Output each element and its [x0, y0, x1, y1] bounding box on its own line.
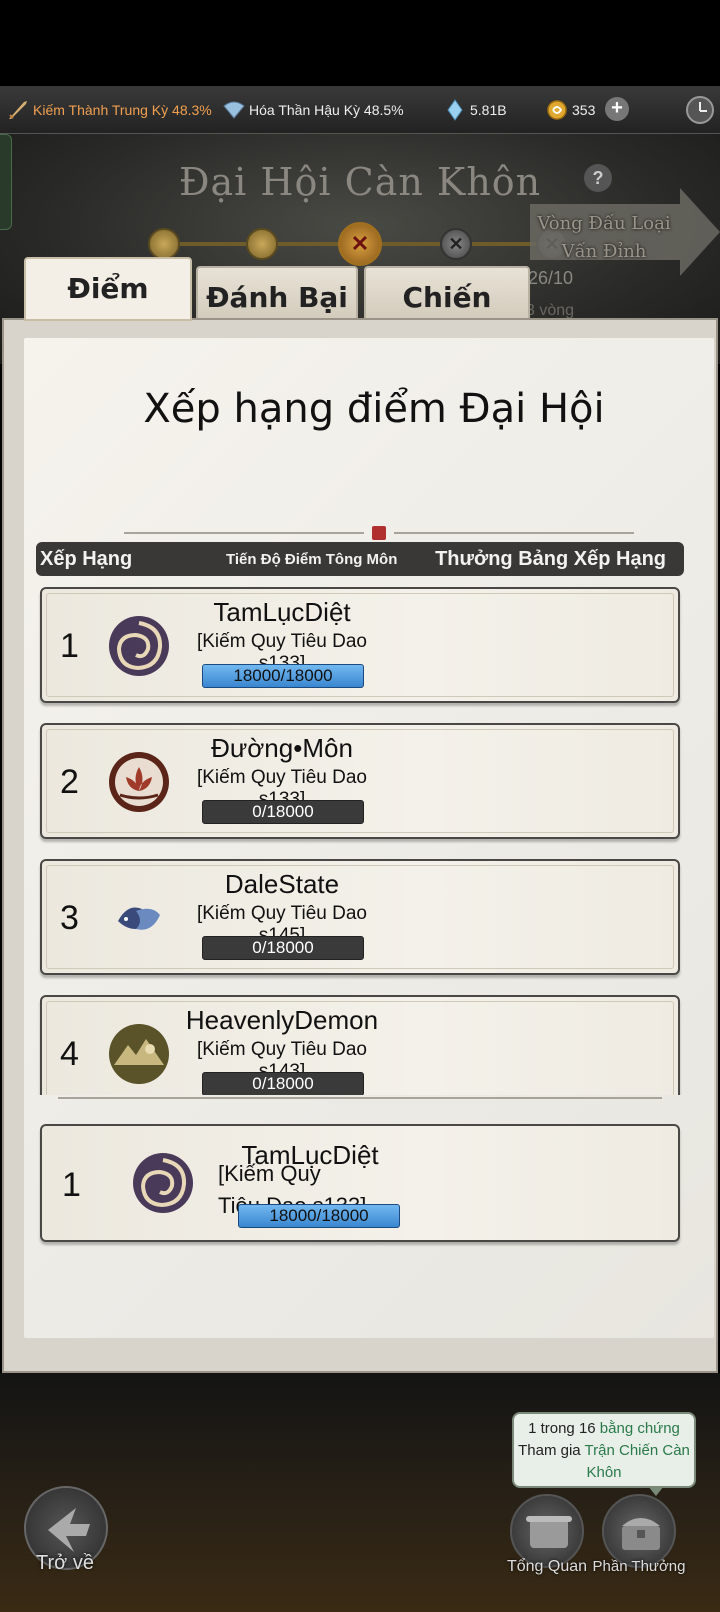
back-label: Trở về: [36, 1552, 94, 1574]
ranking-row[interactable]: 4 HeavenlyDemon [Kiếm Quy Tiêu Dao s143]…: [40, 995, 680, 1095]
player-name: Đường•Môn: [211, 733, 353, 763]
locked-icon: ✕: [448, 234, 464, 254]
ranking-row[interactable]: 3 DaleState [Kiếm Quy Tiêu Dao s145] 0/1…: [40, 859, 680, 975]
panel-title: Xếp hạng điểm Đại Hội: [143, 386, 605, 432]
rank-number: 2: [60, 763, 79, 801]
guild-name-line: [Kiếm Quy: [218, 1161, 321, 1186]
progress-bar: 0/18000: [202, 936, 364, 960]
tooltip: 1 trong 16 bằng chứng Tham gia Trận Chiế…: [512, 1412, 696, 1496]
stage-node[interactable]: [246, 228, 278, 260]
tooltip-highlight: bằng chứng: [599, 1420, 680, 1437]
tooltip-text: Tham gia: [518, 1442, 585, 1459]
lotus-emblem-icon: [109, 752, 169, 812]
rank-number: 1: [60, 627, 79, 665]
tooltip-text: 1 trong 16: [528, 1420, 600, 1437]
coin-icon: [547, 99, 567, 120]
progress-bar: 18000/18000: [202, 664, 364, 688]
tooltip-line: 1 trong 16 bằng chứng: [514, 1418, 694, 1440]
round-date: 26/10: [528, 268, 574, 288]
add-coin-button[interactable]: +: [605, 97, 629, 121]
ranking-row[interactable]: 1 TamLụcDiệt [Kiếm Quy Tiêu Dao s133] 18…: [40, 587, 680, 703]
stage-node[interactable]: [148, 228, 180, 260]
crystal-icon: [447, 98, 463, 121]
current-stage-node[interactable]: ✕: [338, 222, 382, 266]
tab-diem[interactable]: Điểm: [24, 257, 192, 321]
seal-icon: [372, 526, 386, 540]
rank-number: 3: [60, 899, 79, 937]
divider: [124, 532, 364, 534]
player-name: DaleState: [224, 869, 340, 899]
divider: [394, 532, 634, 534]
crystal-currency[interactable]: 5.81B: [443, 98, 507, 122]
column-reward: Thưởng Bảng Xếp Hạng: [435, 548, 666, 570]
ranking-row[interactable]: 2 Đường•Môn [Kiếm Quy Tiêu Dao s133] 0/1…: [40, 723, 680, 839]
player-name: HeavenlyDemon: [185, 1005, 379, 1035]
realm-stat-secondary-label: Hóa Thần Hậu Kỳ 48.5%: [249, 101, 404, 118]
swirl-emblem-icon: [133, 1153, 193, 1213]
tooltip-highlight: Trận Chiến Càn Khôn: [584, 1442, 690, 1481]
clock-icon[interactable]: [686, 96, 714, 124]
mountain-emblem-icon: [109, 1024, 169, 1084]
column-progress: Tiến Độ Điểm Tông Môn: [226, 551, 398, 568]
rank-number: 1: [62, 1166, 81, 1204]
player-name: TamLụcDiệt: [213, 597, 351, 627]
ranking-column-header: Xếp Hạng Tiến Độ Điểm Tông Môn Thưởng Bả…: [36, 542, 684, 576]
progress-bar: 18000/18000: [238, 1204, 400, 1228]
my-ranking-row[interactable]: 1 TamLụcDiệt [Kiếm Quy Tiêu Dao s133] 18…: [40, 1124, 680, 1242]
progress-bar: 0/18000: [202, 1072, 364, 1095]
coin-currency[interactable]: 353: [545, 98, 595, 122]
fan-icon: [223, 101, 245, 119]
crystal-amount: 5.81B: [470, 101, 507, 118]
progress-bar: 0/18000: [202, 800, 364, 824]
tooltip-line: Tham gia Trận Chiến Càn Khôn: [514, 1440, 694, 1484]
sword-icon: [9, 100, 27, 119]
rank-number: 4: [60, 1035, 79, 1073]
reward-label: Phần Thưởng: [592, 1558, 686, 1575]
ranking-list[interactable]: 1 TamLụcDiệt [Kiếm Quy Tiêu Dao s133] 18…: [36, 583, 688, 1095]
coin-amount: 353: [572, 101, 596, 118]
locked-stage-node[interactable]: ✕: [440, 228, 472, 260]
divider: [58, 1097, 662, 1099]
swirl-emblem-icon: [109, 616, 169, 676]
crossed-swords-icon: ✕: [350, 231, 370, 256]
realm-stat-label: Kiếm Thành Trung Kỳ 48.3%: [33, 101, 212, 118]
koi-fish-emblem-icon: [118, 907, 160, 930]
overview-button[interactable]: [510, 1494, 584, 1568]
realm-stat[interactable]: Kiếm Thành Trung Kỳ 48.3%: [6, 98, 212, 122]
column-rank: Xếp Hạng: [40, 548, 133, 570]
reward-button[interactable]: [602, 1494, 676, 1568]
realm-stat-secondary[interactable]: Hóa Thần Hậu Kỳ 48.5%: [222, 98, 404, 122]
status-bar: Kiếm Thành Trung Kỳ 48.3% Hóa Thần Hậu K…: [0, 86, 720, 134]
round-label: Vòng Đấu Loại Vấn Đỉnh: [537, 213, 671, 262]
